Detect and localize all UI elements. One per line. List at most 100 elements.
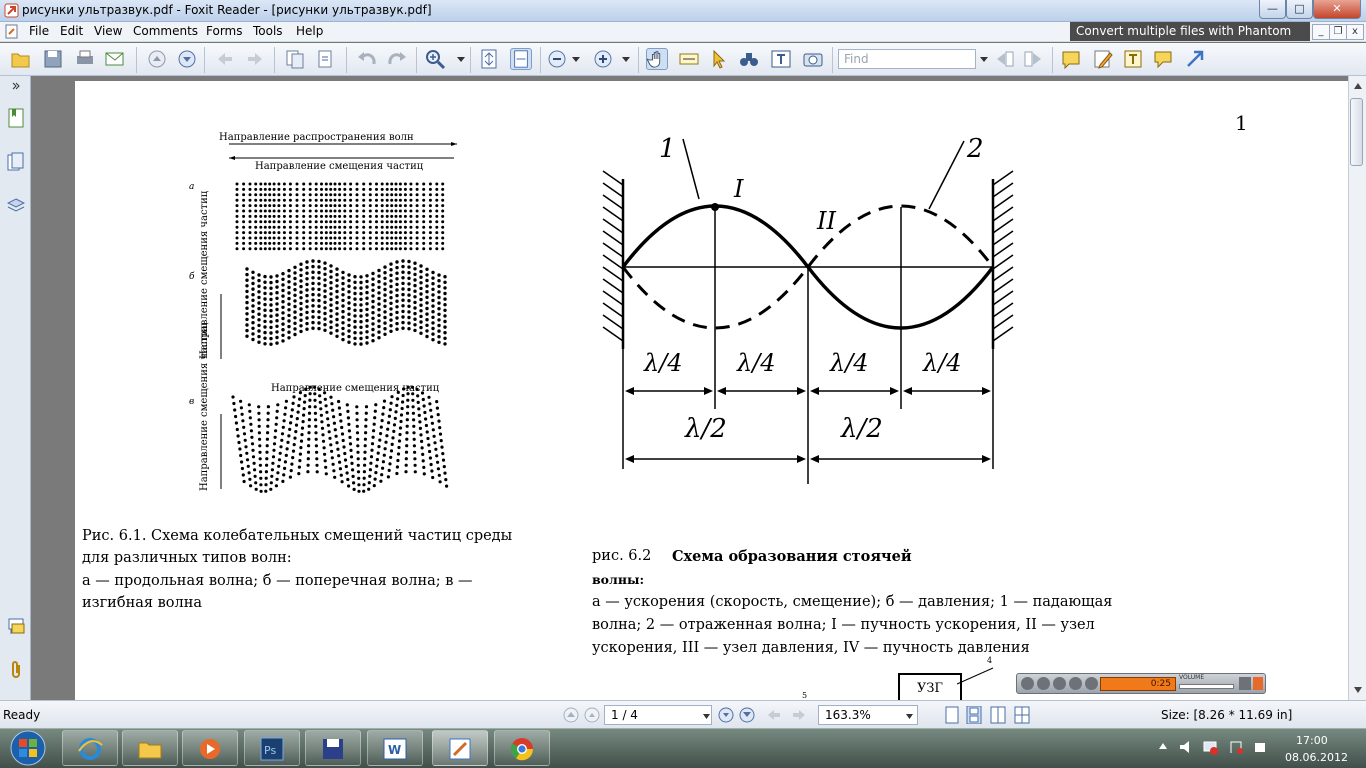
show-hidden-icons-icon[interactable]: [1158, 742, 1168, 750]
last-page-icon[interactable]: [739, 707, 755, 723]
stop-icon[interactable]: [1053, 677, 1066, 690]
maximize-button[interactable]: □: [1286, 0, 1313, 19]
find-dropdown-icon[interactable]: [979, 55, 989, 63]
doc-restore-button[interactable]: ❐: [1329, 24, 1347, 40]
continuous-view-icon[interactable]: [966, 706, 982, 724]
play-icon[interactable]: [1021, 677, 1034, 690]
next-page-status-icon[interactable]: [718, 707, 734, 723]
find-previous-icon[interactable]: [994, 48, 1016, 70]
select-text-icon[interactable]: [678, 48, 700, 70]
close-player-icon[interactable]: [1253, 677, 1263, 690]
hand-tool-icon[interactable]: [646, 48, 668, 70]
volume-tray-icon[interactable]: [1178, 739, 1194, 755]
prev-page-status-icon[interactable]: [584, 707, 600, 723]
page-number-field[interactable]: 1 / 4: [604, 705, 712, 725]
scrollbar-thumb[interactable]: [1350, 98, 1363, 166]
minimize-button[interactable]: —: [1259, 0, 1286, 19]
scroll-down-icon[interactable]: [1353, 686, 1363, 694]
menu-comments[interactable]: Comments: [133, 24, 198, 38]
insert-pages-icon[interactable]: [314, 48, 336, 70]
start-button-icon[interactable]: [8, 730, 48, 766]
zoom-dropdown-icon[interactable]: [456, 55, 466, 63]
select-arrow-icon[interactable]: [708, 48, 730, 70]
taskbar-explorer[interactable]: [122, 730, 178, 766]
phantom-promo-banner[interactable]: Convert multiple files with Phantom: [1070, 22, 1310, 41]
zoom-in-circle-icon[interactable]: [592, 48, 614, 70]
menu-help[interactable]: Help: [296, 24, 323, 38]
fit-page-icon[interactable]: [478, 48, 500, 70]
undo-icon[interactable]: [356, 48, 378, 70]
previous-track-icon[interactable]: [1069, 677, 1082, 690]
pages-panel-icon[interactable]: [7, 152, 25, 172]
typewriter-icon[interactable]: [770, 48, 792, 70]
zoom-level-dropdown-icon[interactable]: [905, 713, 914, 720]
close-button[interactable]: ✕: [1313, 0, 1361, 19]
taskbar-word[interactable]: W: [367, 730, 423, 766]
forward-arrow-icon[interactable]: [244, 48, 266, 70]
save-icon[interactable]: [42, 48, 64, 70]
attachments-panel-icon[interactable]: [7, 660, 25, 680]
textbox-tool-icon[interactable]: [1122, 48, 1144, 70]
taskbar-chrome[interactable]: [494, 730, 550, 766]
single-page-view-icon[interactable]: [944, 706, 960, 724]
zoom-in-dropdown-icon[interactable]: [621, 55, 631, 63]
note-tool-icon[interactable]: [1060, 48, 1082, 70]
bookmarks-panel-icon[interactable]: [7, 108, 25, 128]
binoculars-search-icon[interactable]: [738, 48, 760, 70]
pause-icon[interactable]: [1037, 677, 1050, 690]
power-tray-icon[interactable]: [1252, 739, 1268, 755]
taskbar-internet-explorer[interactable]: [62, 730, 118, 766]
next-track-icon[interactable]: [1085, 677, 1098, 690]
media-player-widget[interactable]: 0:25 VOLUME: [1016, 673, 1266, 694]
find-next-icon[interactable]: [1022, 48, 1044, 70]
pencil-tool-icon[interactable]: [1092, 48, 1114, 70]
extract-pages-icon[interactable]: [284, 48, 306, 70]
doc-minimize-button[interactable]: _: [1312, 24, 1330, 40]
tray-clock-date[interactable]: 08.06.2012: [1285, 751, 1348, 764]
menu-tools[interactable]: Tools: [253, 24, 283, 38]
doc-close-button[interactable]: x: [1346, 24, 1364, 40]
arrow-tool-icon[interactable]: [1184, 48, 1206, 70]
open-icon[interactable]: [10, 48, 32, 70]
email-icon[interactable]: [104, 48, 126, 70]
callout-tool-icon[interactable]: [1152, 48, 1174, 70]
taskbar-photoshop[interactable]: Ps: [244, 730, 300, 766]
minimize-player-icon[interactable]: [1239, 677, 1251, 690]
back-view-icon[interactable]: [766, 708, 782, 722]
print-icon[interactable]: [74, 48, 96, 70]
document-viewer[interactable]: 1 Направление распространения волн Напра…: [31, 76, 1348, 700]
previous-page-icon[interactable]: [146, 48, 168, 70]
scroll-up-icon[interactable]: [1353, 82, 1363, 90]
zoom-level-field[interactable]: 163.3%: [818, 705, 918, 725]
action-center-tray-icon[interactable]: [1228, 739, 1244, 755]
snapshot-camera-icon[interactable]: [802, 48, 824, 70]
volume-slider[interactable]: [1179, 684, 1234, 689]
zoom-out-dropdown-icon[interactable]: [571, 55, 581, 63]
first-page-icon[interactable]: [563, 707, 579, 723]
menu-file[interactable]: File: [29, 24, 49, 38]
zoom-in-icon[interactable]: [424, 48, 446, 70]
vertical-scrollbar[interactable]: [1348, 76, 1366, 700]
zoom-out-circle-icon[interactable]: [546, 48, 568, 70]
network-tray-icon[interactable]: [1202, 739, 1218, 755]
redo-icon[interactable]: [386, 48, 408, 70]
tray-clock-time[interactable]: 17:00: [1296, 734, 1328, 747]
menu-view[interactable]: View: [94, 24, 122, 38]
expand-sidebar-icon[interactable]: [12, 82, 20, 90]
forward-view-icon[interactable]: [791, 708, 807, 722]
layers-panel-icon[interactable]: [7, 196, 25, 216]
page-dropdown-icon[interactable]: [702, 713, 711, 720]
facing-view-icon[interactable]: [990, 706, 1006, 724]
fig62-caption-line-5: ускорения, III — узел давления, IV — пуч…: [592, 640, 1030, 656]
taskbar-foxit-reader-active[interactable]: [432, 730, 488, 766]
menu-edit[interactable]: Edit: [60, 24, 83, 38]
fit-width-icon[interactable]: [510, 48, 532, 70]
back-arrow-icon[interactable]: [214, 48, 236, 70]
menu-forms[interactable]: Forms: [206, 24, 242, 38]
taskbar-media-player[interactable]: [182, 730, 238, 766]
continuous-facing-view-icon[interactable]: [1014, 706, 1030, 724]
find-input[interactable]: Find: [838, 49, 976, 69]
taskbar-save-app[interactable]: [305, 730, 361, 766]
comments-panel-icon[interactable]: [7, 616, 25, 636]
next-page-icon[interactable]: [176, 48, 198, 70]
